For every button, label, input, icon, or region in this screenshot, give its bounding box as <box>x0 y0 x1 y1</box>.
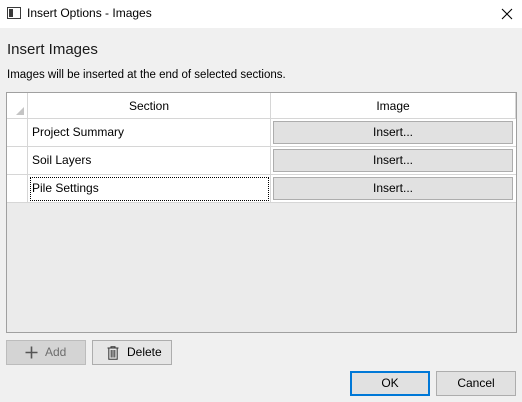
window-icon <box>7 7 21 19</box>
select-all-corner[interactable] <box>7 93 28 119</box>
table-row[interactable]: Pile Settings Insert... <box>7 175 516 203</box>
page-title: Insert Images <box>7 41 98 58</box>
image-cell: Insert... <box>271 119 516 147</box>
ok-button[interactable]: OK <box>350 371 430 396</box>
column-header-image[interactable]: Image <box>271 93 516 119</box>
add-button[interactable]: Add <box>6 340 86 365</box>
section-cell[interactable]: Soil Layers <box>28 147 271 175</box>
plus-icon <box>25 346 38 359</box>
insert-image-button[interactable]: Insert... <box>273 121 513 144</box>
row-header[interactable] <box>7 119 28 147</box>
column-header-section[interactable]: Section <box>28 93 271 119</box>
row-header[interactable] <box>7 175 28 203</box>
close-button[interactable] <box>492 0 522 28</box>
image-cell: Insert... <box>271 175 516 203</box>
image-cell: Insert... <box>271 147 516 175</box>
description-text: Images will be inserted at the end of se… <box>7 69 286 81</box>
title-bar: Insert Options - Images <box>0 0 522 28</box>
close-icon <box>501 8 513 20</box>
sections-grid[interactable]: Section Image Project Summary Insert... … <box>6 92 517 333</box>
add-button-label: Add <box>45 345 67 359</box>
table-row[interactable]: Soil Layers Insert... <box>7 147 516 175</box>
section-cell[interactable]: Pile Settings <box>28 175 271 203</box>
window-title: Insert Options - Images <box>27 6 152 20</box>
delete-button[interactable]: Delete <box>92 340 172 365</box>
trash-icon <box>107 346 119 360</box>
corner-triangle-icon <box>16 107 24 115</box>
section-cell[interactable]: Project Summary <box>28 119 271 147</box>
insert-image-button[interactable]: Insert... <box>273 177 513 200</box>
cancel-button[interactable]: Cancel <box>436 371 516 396</box>
insert-image-button[interactable]: Insert... <box>273 149 513 172</box>
row-header[interactable] <box>7 147 28 175</box>
delete-button-label: Delete <box>127 345 162 359</box>
table-row[interactable]: Project Summary Insert... <box>7 119 516 147</box>
